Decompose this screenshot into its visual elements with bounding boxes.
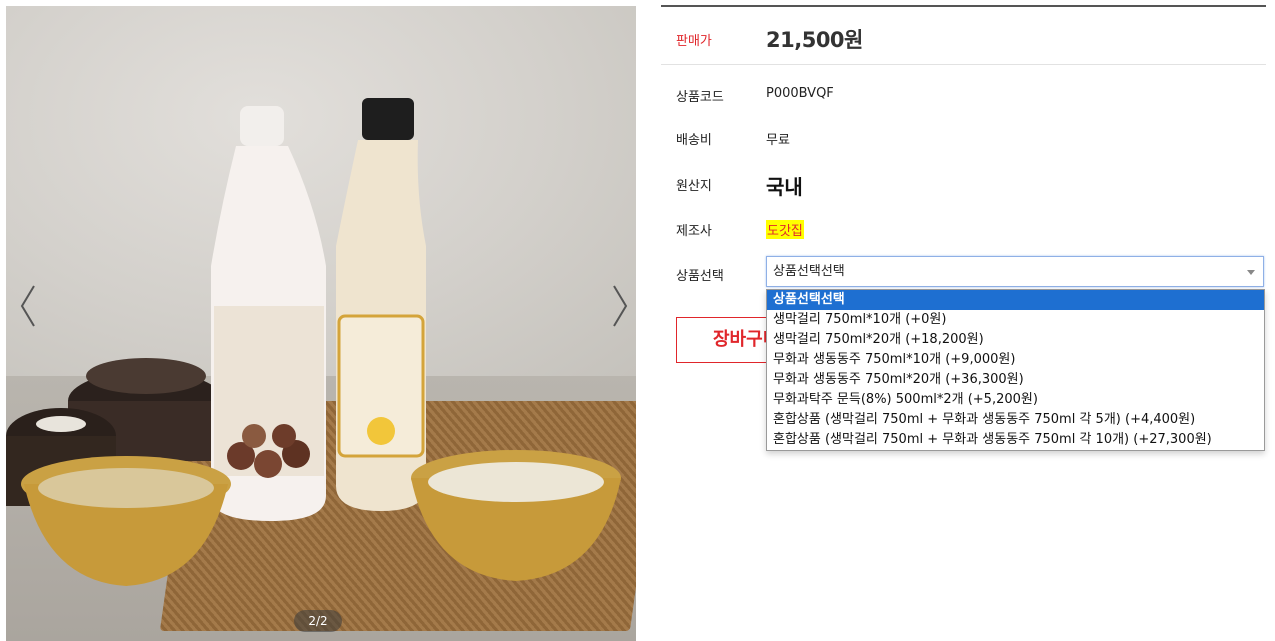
option-dropdown-list: 상품선택선택 생막걸리 750ml*10개 (+0원) 생막걸리 750ml*2… xyxy=(766,289,1265,451)
price-label: 판매가 xyxy=(676,34,712,49)
slide-counter: 2/2 xyxy=(294,610,342,632)
product-code-label: 상품코드 xyxy=(676,90,724,105)
chevron-left-icon xyxy=(20,285,35,327)
section-top-border xyxy=(661,5,1266,7)
dropdown-option[interactable]: 무화과 생동동주 750ml*20개 (+36,300원) xyxy=(767,370,1264,390)
dropdown-option[interactable]: 혼합상품 (생막걸리 750ml + 무화과 생동동주 750ml 각 5개) … xyxy=(767,410,1264,430)
price-value: 21,500원 xyxy=(766,28,863,52)
product-code-value: P000BVQF xyxy=(766,86,834,101)
option-select-label: 상품선택 xyxy=(676,269,724,284)
next-image-button[interactable] xyxy=(610,284,630,328)
product-image-gallery: 2/2 xyxy=(6,6,636,641)
chevron-right-icon xyxy=(613,285,628,327)
dropdown-option[interactable]: 생막걸리 750ml*20개 (+18,200원) xyxy=(767,330,1264,350)
dropdown-option[interactable]: 혼합상품 (생막걸리 750ml + 무화과 생동동주 750ml 각 10개)… xyxy=(767,430,1264,450)
price-divider xyxy=(661,64,1266,65)
origin-label: 원산지 xyxy=(676,179,712,194)
previous-image-button[interactable] xyxy=(18,284,38,328)
product-photo xyxy=(6,98,621,586)
shipping-value: 무료 xyxy=(766,133,790,148)
manufacturer-label: 제조사 xyxy=(676,224,712,239)
dropdown-option[interactable]: 무화과탁주 문득(8%) 500ml*2개 (+5,200원) xyxy=(767,390,1264,410)
shipping-label: 배송비 xyxy=(676,133,712,148)
origin-value: 국내 xyxy=(766,175,803,199)
chevron-down-icon xyxy=(1247,270,1255,275)
manufacturer-value: 도갓집 xyxy=(766,220,804,239)
dropdown-option[interactable]: 상품선택선택 xyxy=(767,290,1264,310)
dropdown-option[interactable]: 생막걸리 750ml*10개 (+0원) xyxy=(767,310,1264,330)
option-select-value: 상품선택선택 xyxy=(773,264,845,279)
option-select[interactable]: 상품선택선택 xyxy=(766,256,1264,287)
dropdown-option[interactable]: 무화과 생동동주 750ml*10개 (+9,000원) xyxy=(767,350,1264,370)
